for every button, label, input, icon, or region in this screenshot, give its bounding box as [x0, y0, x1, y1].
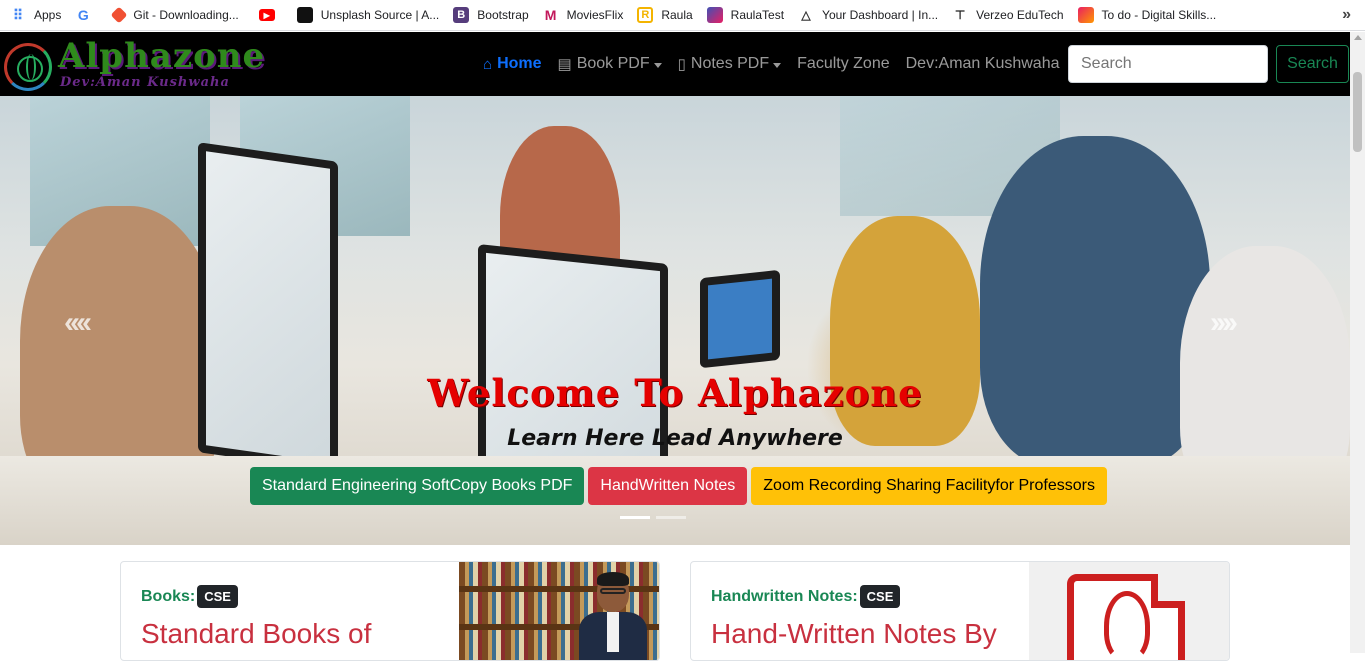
handwritten-notes-button[interactable]: HandWritten Notes — [588, 467, 748, 505]
chevron-down-icon — [653, 62, 662, 68]
bookmark-raula[interactable]: R Raula — [637, 7, 693, 23]
carousel-indicator[interactable] — [620, 516, 650, 519]
logo-subtitle: Dev:Aman Kushwaha — [60, 75, 230, 90]
carousel-indicators — [620, 516, 686, 519]
nav-faculty-zone-label: Faculty Zone — [797, 55, 890, 72]
bootstrap-icon: B — [453, 7, 470, 23]
bookshelf-photo — [459, 562, 659, 660]
nav-developer[interactable]: Dev:Aman Kushwaha — [906, 55, 1060, 73]
google-icon: G — [77, 7, 89, 23]
bookmark-bootstrap[interactable]: B Bootstrap — [453, 7, 529, 23]
bookmarks-bar: ⠿ Apps G Git - Downloading... ▶ Unsplash… — [0, 0, 1365, 31]
bookmark-youtube[interactable]: ▶ — [258, 9, 283, 21]
globe-icon — [4, 43, 52, 91]
bookmark-moviesflix[interactable]: M MoviesFlix — [543, 7, 624, 23]
card-category: Handwritten Notes: CSE — [711, 585, 901, 608]
books-card: Books: CSE Standard Books of — [120, 561, 660, 661]
raulatest-icon — [706, 7, 723, 23]
notes-card: Handwritten Notes: CSE Hand-Written Note… — [690, 561, 1230, 661]
bookmark-git[interactable]: Git - Downloading... — [110, 6, 239, 24]
bookmark-dashboard[interactable]: △ Your Dashboard | In... — [798, 7, 938, 23]
youtube-icon: ▶ — [258, 9, 275, 21]
nav-developer-label: Dev:Aman Kushwaha — [905, 55, 1060, 72]
nav-book-pdf[interactable]: ▤ Book PDF — [558, 55, 662, 73]
bookmark-label: Verzeo EduTech — [976, 8, 1064, 22]
bookmark-label: RaulaTest — [730, 8, 785, 22]
bookmark-apps[interactable]: ⠿ Apps — [10, 6, 62, 23]
category-badge: CSE — [197, 585, 238, 608]
bookmark-label: MoviesFlix — [566, 8, 624, 22]
bookmark-label: Raula — [661, 8, 693, 22]
dashboard-icon: △ — [801, 8, 811, 22]
moviesflix-icon: M — [544, 7, 557, 23]
apps-grid-icon: ⠿ — [12, 6, 24, 23]
todo-icon — [1077, 7, 1094, 23]
bookmark-label: Apps — [34, 8, 62, 22]
nav-notes-pdf[interactable]: ▯ Notes PDF — [678, 55, 782, 73]
pdf-icon — [1067, 574, 1185, 660]
carousel-indicator[interactable] — [656, 516, 686, 519]
nav-book-pdf-label: Book PDF — [576, 55, 650, 72]
carousel-prev-button[interactable]: ‹‹‹‹ — [64, 306, 92, 340]
unsplash-icon — [296, 7, 313, 23]
search-button[interactable]: Search — [1276, 45, 1349, 83]
card-title[interactable]: Standard Books of — [141, 618, 371, 650]
bookmark-verzeo[interactable]: ⊤ Verzeo EduTech — [952, 7, 1064, 23]
card-category: Books: CSE — [141, 585, 238, 608]
nav-home-label: Home — [497, 55, 542, 72]
pdf-file-icon: ▯ — [677, 56, 686, 73]
pdf-fold — [1151, 574, 1185, 608]
logo-title: Alphazone — [58, 36, 266, 76]
bookmark-label: Unsplash Source | A... — [320, 8, 440, 22]
bookmark-todo[interactable]: To do - Digital Skills... — [1077, 7, 1217, 23]
monitor-image — [700, 269, 780, 369]
carousel-next-button[interactable]: ›››› — [1210, 306, 1238, 340]
site-logo[interactable]: Alphazone Dev:Aman Kushwaha — [2, 36, 272, 92]
git-icon — [110, 6, 128, 24]
bookmark-unsplash[interactable]: Unsplash Source | A... — [296, 7, 440, 23]
glasses-shape — [600, 588, 626, 594]
more-bookmarks-icon[interactable]: » — [1342, 6, 1351, 24]
book-icon: ▤ — [557, 56, 572, 73]
hero-button-group: Standard Engineering SoftCopy Books PDF … — [250, 467, 1107, 505]
hero-title: Welcome To Alphazone — [427, 371, 923, 415]
pdf-image — [1029, 562, 1229, 660]
bookmark-raulatest[interactable]: RaulaTest — [706, 7, 785, 23]
raula-icon: R — [637, 7, 654, 23]
card-category-label: Books: — [141, 587, 196, 605]
bookmark-label: Git - Downloading... — [133, 8, 239, 22]
monitor-image — [198, 142, 338, 472]
category-badge: CSE — [859, 585, 901, 608]
bookmark-google[interactable]: G — [75, 7, 99, 23]
card-title[interactable]: Hand-Written Notes By — [711, 618, 997, 650]
nav-faculty-zone[interactable]: Faculty Zone — [797, 55, 889, 73]
hero-carousel: ‹‹‹‹ ›››› Welcome To Alphazone Learn Her… — [0, 96, 1350, 545]
navbar: Alphazone Dev:Aman Kushwaha ⌂ Home ▤ Boo… — [0, 32, 1350, 96]
scrollbar-thumb[interactable] — [1353, 72, 1362, 152]
search-input[interactable] — [1068, 45, 1268, 83]
chevron-down-icon — [773, 62, 782, 68]
scroll-up-icon[interactable] — [1354, 35, 1362, 40]
verzeo-icon: ⊤ — [954, 8, 966, 22]
shirt-shape — [607, 612, 619, 652]
bookmark-label: To do - Digital Skills... — [1101, 8, 1217, 22]
acrobat-swirl — [1104, 591, 1150, 660]
bookmark-label: Your Dashboard | In... — [822, 8, 939, 22]
home-icon: ⌂ — [483, 55, 493, 73]
bookmark-label: Bootstrap — [477, 8, 529, 22]
hero-subtitle: Learn Here Lead Anywhere — [507, 426, 843, 451]
nav-notes-pdf-label: Notes PDF — [690, 55, 770, 72]
nav-home[interactable]: ⌂ Home — [483, 55, 542, 73]
card-category-label: Handwritten Notes: — [711, 587, 858, 605]
hair-shape — [597, 572, 629, 586]
engineering-books-button[interactable]: Standard Engineering SoftCopy Books PDF — [250, 467, 585, 505]
person-photo — [980, 136, 1210, 466]
zoom-recording-button[interactable]: Zoom Recording Sharing Facilityfor Profe… — [751, 467, 1107, 505]
nav-menu: ⌂ Home ▤ Book PDF ▯ Notes PDF Faculty Zo… — [483, 32, 1075, 96]
professor-photo — [579, 572, 647, 660]
page-scrollbar[interactable] — [1350, 32, 1365, 653]
